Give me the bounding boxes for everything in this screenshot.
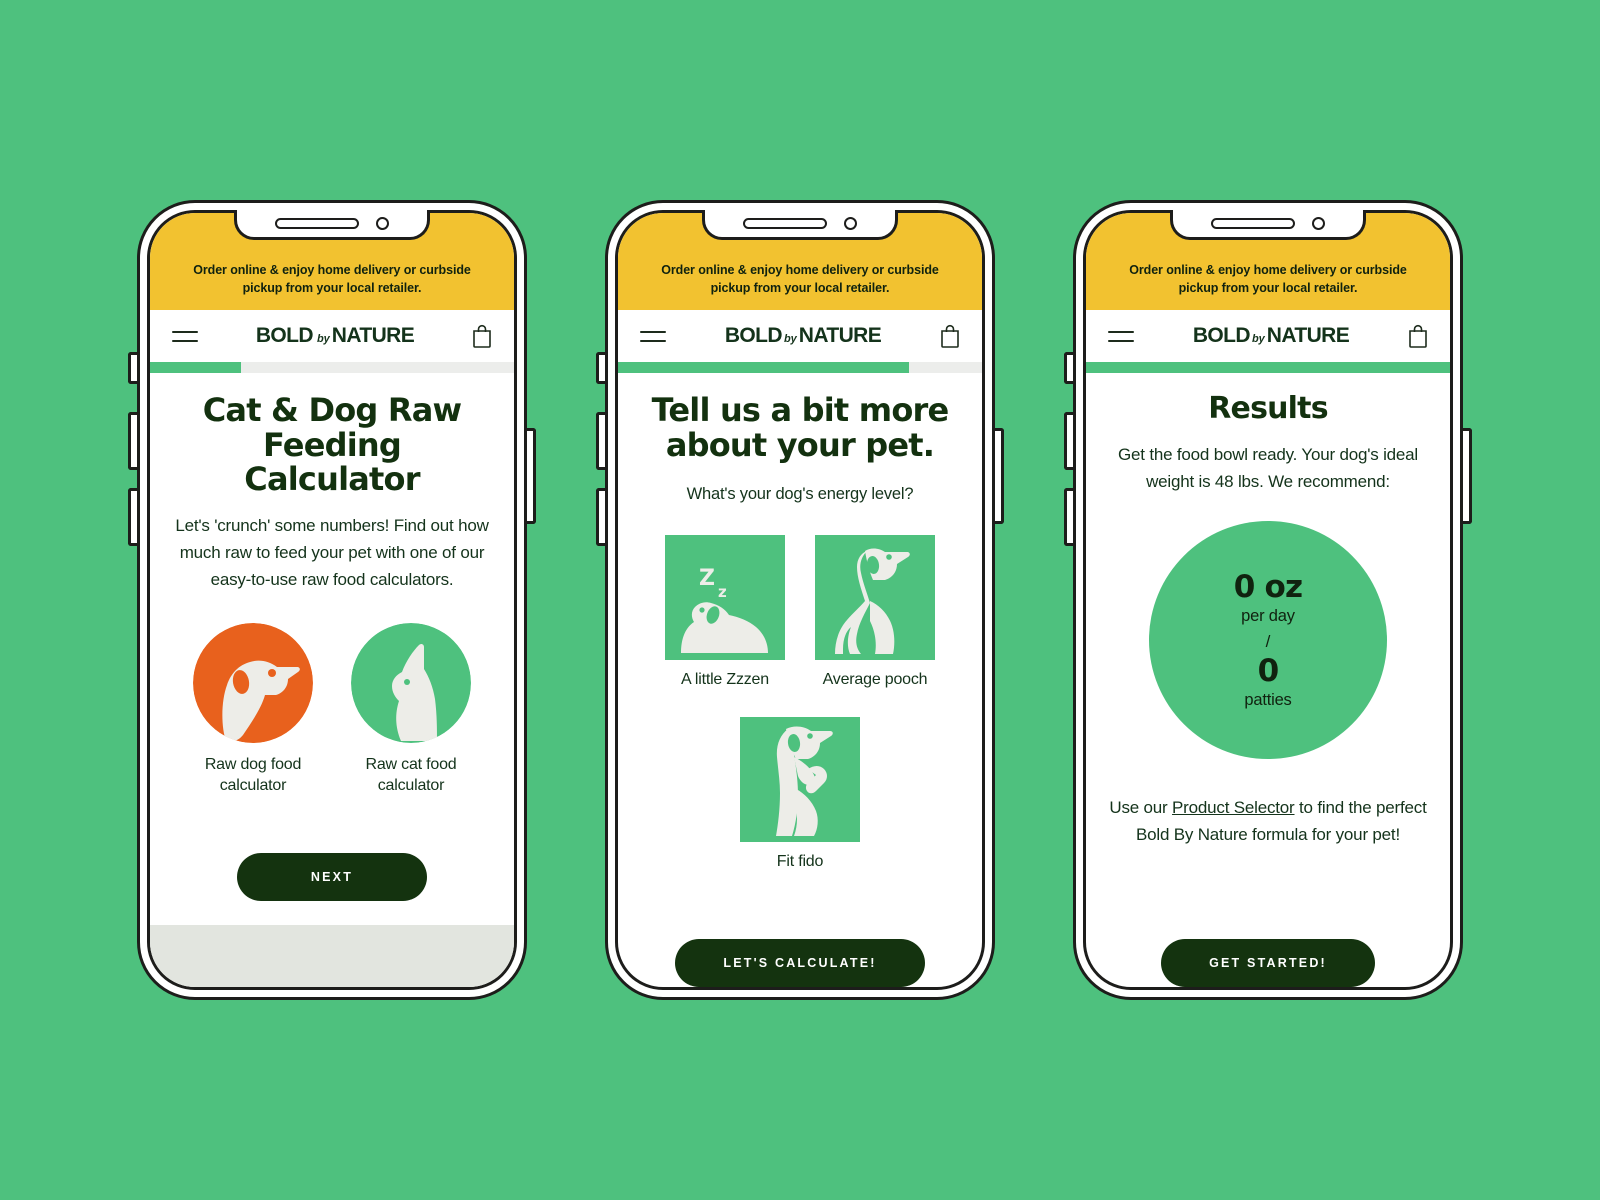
logo-bold-text: BOLD <box>724 324 783 348</box>
progress-bar-fill <box>150 362 241 374</box>
progress-bar-fill <box>1086 362 1450 374</box>
option-label: Average pooch <box>822 671 928 689</box>
hamburger-icon[interactable] <box>172 330 198 342</box>
page-lede: Get the food bowl ready. Your dog's idea… <box>1118 444 1418 491</box>
earpiece-speaker-icon <box>743 218 827 229</box>
result-count: 0 <box>1257 653 1280 690</box>
screen-content: Results Get the food bowl ready. Your do… <box>1086 373 1450 987</box>
screen-content: Tell us a bit more about your pet. What'… <box>618 373 982 987</box>
next-button[interactable]: NEXT <box>237 853 427 901</box>
shopping-bag-icon[interactable] <box>1408 324 1428 349</box>
choice-cat-calculator[interactable]: Raw cat food calculator <box>351 623 471 797</box>
page-title: Tell us a bit more about your pet. <box>651 391 950 464</box>
svg-text:z: z <box>718 583 727 601</box>
hamburger-icon[interactable] <box>1108 330 1134 342</box>
phone-notch <box>234 210 430 240</box>
result-summary-circle: 0 oz per day / 0 patties <box>1149 521 1387 760</box>
cta-wrapper: LET'S CALCULATE! <box>640 939 960 987</box>
front-camera-icon <box>376 217 389 230</box>
phone-mockup-stage: Order online & enjoy home delivery or cu… <box>0 0 1600 1200</box>
progress-bar <box>1086 362 1450 374</box>
page-title: Results <box>1208 391 1328 427</box>
site-navbar: BOLD by NATURE <box>150 310 514 363</box>
hamburger-icon[interactable] <box>640 330 666 342</box>
energy-level-question: What's your dog's energy level? <box>686 485 914 504</box>
choice-label: Raw cat food calculator <box>365 756 457 795</box>
phone-screen-2: Order online & enjoy home delivery or cu… <box>615 210 985 990</box>
earpiece-speaker-icon <box>275 218 359 229</box>
cat-head-icon <box>351 623 471 744</box>
logo-bold-text: BOLD <box>255 324 314 348</box>
brand-logo[interactable]: BOLD by NATURE <box>724 324 882 348</box>
sleeping-dog-icon: Z z <box>665 535 785 661</box>
phone-1-calculator-intro: Order online & enjoy home delivery or cu… <box>128 200 536 1000</box>
option-label: Fit fido <box>776 853 824 871</box>
site-navbar: BOLD by NATURE <box>1086 310 1450 363</box>
brand-logo[interactable]: BOLD by NATURE <box>255 324 415 348</box>
svg-text:Z: Z <box>699 566 715 591</box>
progress-bar-fill <box>618 362 910 374</box>
site-navbar: BOLD by NATURE <box>618 310 982 363</box>
front-camera-icon <box>1312 217 1325 230</box>
logo-nature-text: NATURE <box>1266 324 1350 348</box>
result-divider: / <box>1265 632 1271 652</box>
dog-head-icon <box>193 623 313 744</box>
progress-bar <box>618 362 982 374</box>
calculator-choice-row: Raw dog food calculator Raw cat food cal… <box>172 623 492 797</box>
logo-nature-text: NATURE <box>331 324 415 348</box>
choice-label: Raw dog food calculator <box>204 756 302 795</box>
cta-wrapper: NEXT <box>172 853 492 925</box>
progress-bar <box>150 362 514 374</box>
logo-by-text: by <box>783 333 797 346</box>
jumping-dog-icon <box>740 717 860 843</box>
screen-content: Cat & Dog Raw Feeding Calculator Let's '… <box>150 373 514 925</box>
phone-screen-3: Order online & enjoy home delivery or cu… <box>1083 210 1453 990</box>
lets-calculate-button[interactable]: LET'S CALCULATE! <box>675 939 925 987</box>
phone-notch <box>702 210 898 240</box>
get-started-button[interactable]: GET STARTED! <box>1161 939 1375 987</box>
footer-prefix: Use our <box>1109 798 1173 818</box>
logo-by-text: by <box>316 333 330 346</box>
phone-3-results: Order online & enjoy home delivery or cu… <box>1064 200 1472 1000</box>
logo-by-text: by <box>1251 333 1265 346</box>
option-a-little-zzzen[interactable]: Z z A little Zzzen <box>665 535 785 689</box>
option-fit-fido[interactable]: Fit fido <box>740 717 860 871</box>
option-average-pooch[interactable]: Average pooch <box>815 535 935 689</box>
shopping-bag-icon[interactable] <box>472 324 492 349</box>
phone-notch <box>1170 210 1366 240</box>
choice-dog-calculator[interactable]: Raw dog food calculator <box>193 623 313 797</box>
results-footer-text: Use our Product Selector to find the per… <box>1108 795 1428 849</box>
front-camera-icon <box>844 217 857 230</box>
logo-nature-text: NATURE <box>798 324 882 348</box>
phone-2-pet-details: Order online & enjoy home delivery or cu… <box>596 200 1004 1000</box>
brand-logo[interactable]: BOLD by NATURE <box>1192 324 1350 348</box>
home-indicator-bar <box>150 925 514 987</box>
energy-level-options: Z z A little Zzzen Average pooch Fit fid… <box>640 535 960 871</box>
result-count-unit: patties <box>1244 691 1292 710</box>
cta-wrapper: GET STARTED! <box>1108 939 1428 987</box>
result-amount-unit: per day <box>1241 607 1295 626</box>
product-selector-link[interactable]: Product Selector <box>1172 798 1295 817</box>
page-title: Cat & Dog Raw Feeding Calculator <box>202 391 462 499</box>
logo-bold-text: BOLD <box>1192 324 1251 348</box>
result-amount: 0 oz <box>1233 569 1303 606</box>
earpiece-speaker-icon <box>1211 218 1295 229</box>
shopping-bag-icon[interactable] <box>940 324 960 349</box>
phone-screen-1: Order online & enjoy home delivery or cu… <box>147 210 517 990</box>
option-label: A little Zzzen <box>681 671 769 689</box>
sitting-dog-icon <box>815 535 935 661</box>
page-lede: Let's 'crunch' some numbers! Find out ho… <box>175 515 489 589</box>
